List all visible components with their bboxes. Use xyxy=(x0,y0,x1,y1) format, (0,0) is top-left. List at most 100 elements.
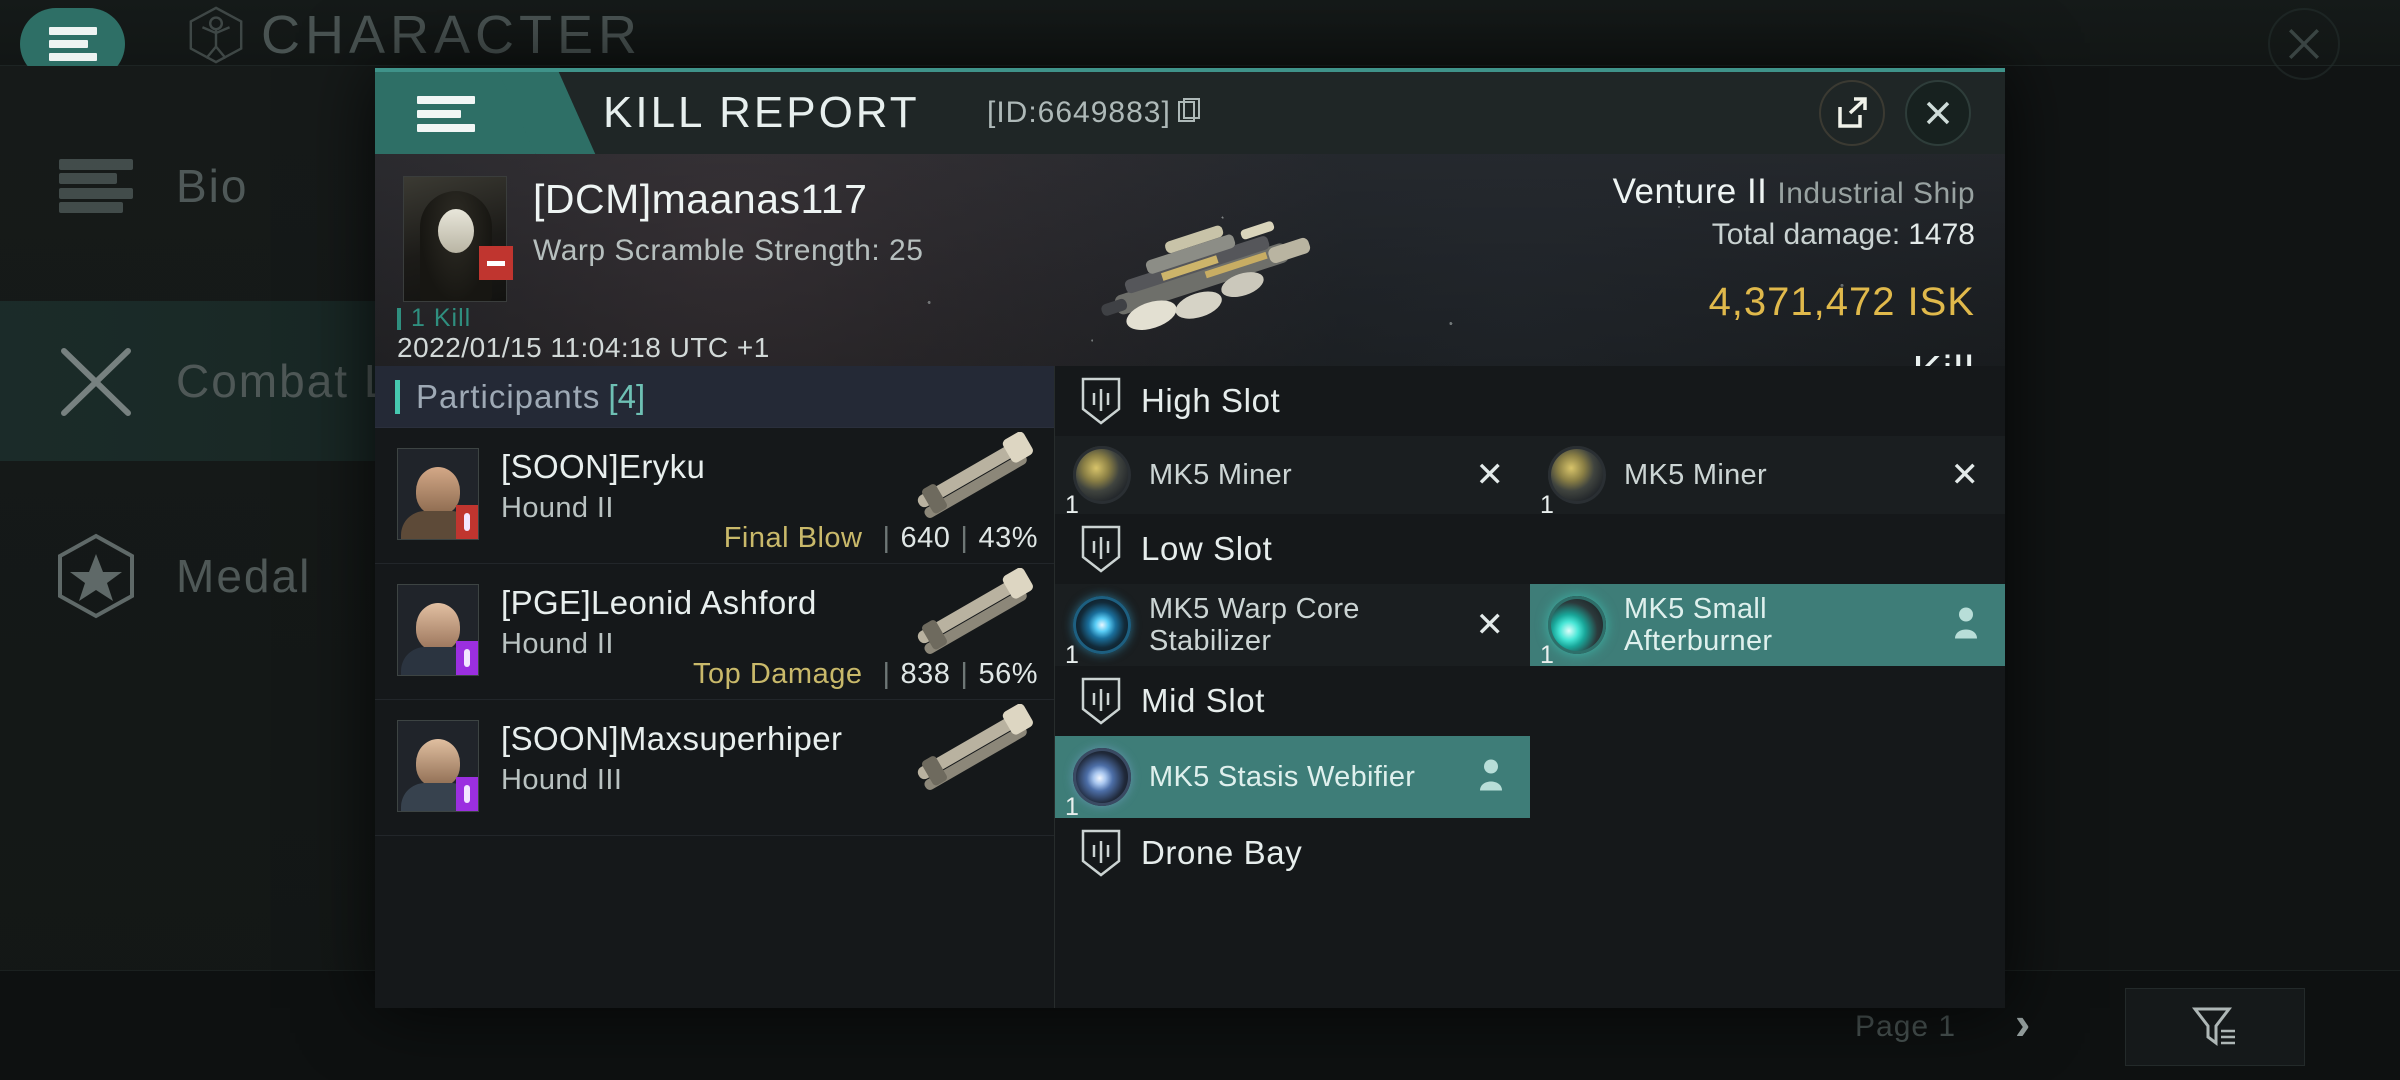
background-page-label: Page 1 xyxy=(1855,1010,1957,1043)
participant-name: [SOON]Maxsuperhiper xyxy=(501,720,843,757)
slot-section-high: High Slot xyxy=(1055,366,2005,436)
dialog-title: KILL REPORT xyxy=(603,88,920,137)
vitruvian-hex-icon xyxy=(189,6,243,64)
flag-badge xyxy=(456,641,478,675)
slot-shield-icon xyxy=(1081,377,1121,425)
participant-name: [SOON]Eryku xyxy=(501,448,706,485)
crossed-swords-icon xyxy=(50,335,142,427)
participant-ship: Hound II xyxy=(501,492,614,524)
kill-summary: [DCM]maanas117 Warp Scramble Strength: 2… xyxy=(375,154,2005,366)
flag-badge xyxy=(456,505,478,539)
module-name: MK5 Stasis Webifier xyxy=(1149,760,1416,793)
accent-bar xyxy=(395,379,400,414)
remove-icon[interactable]: ✕ xyxy=(1951,455,1980,495)
victim-name: [DCM]maanas117 xyxy=(533,176,868,222)
slot-section-drone-bay: Drone Bay xyxy=(1055,818,2005,888)
share-button[interactable] xyxy=(1819,80,1885,146)
module-slot[interactable]: 1 MK5 Warp Core Stabilizer ✕ xyxy=(1055,584,1530,669)
hamburger-icon xyxy=(417,96,475,132)
dialog-menu-button[interactable] xyxy=(375,72,535,154)
isk-value: 4,371,472 xyxy=(1708,280,1896,324)
avatar xyxy=(397,584,479,676)
background-page-title-group: CHARACTER xyxy=(185,4,642,66)
ship-class: Industrial Ship xyxy=(1777,177,1975,210)
dialog-body: Participants [4] [SOON]Eryku Hound II Fi… xyxy=(375,366,2005,1008)
dialog-header: KILL REPORT [ID:6649883] xyxy=(375,72,2005,154)
table-row[interactable]: [PGE]Leonid Ashford Hound II Top Damage |… xyxy=(375,564,1054,700)
victim-avatar[interactable] xyxy=(403,176,507,302)
module-qty: 1 xyxy=(1065,641,1079,669)
participant-name: [PGE]Leonid Ashford xyxy=(501,584,817,621)
slot-section-mid: Mid Slot xyxy=(1055,666,2005,736)
fitting-panel: High Slot 1 MK5 Miner ✕ 1 MK5 Miner ✕ Lo… xyxy=(1055,366,2005,1008)
participants-header: Participants [4] xyxy=(375,366,1054,428)
participant-percent: 56% xyxy=(978,658,1038,690)
screen-root: CHARACTER Bio Combat L Medal Page 1 › KI… xyxy=(0,0,2400,1080)
missile-launcher-icon xyxy=(917,432,1033,518)
participant-damage: 640 xyxy=(900,522,951,554)
ship-stats: Venture II Industrial Ship Total damage: 1… xyxy=(1613,172,1975,366)
slot-shield-icon xyxy=(1081,677,1121,725)
module-qty: 1 xyxy=(1065,491,1079,519)
dialog-close-button[interactable] xyxy=(1905,80,1971,146)
table-row[interactable]: [SOON]Eryku Hound II Final Blow | 640 | 43% xyxy=(375,428,1054,564)
afterburner-module-icon: 1 xyxy=(1540,596,1606,669)
missile-launcher-icon xyxy=(917,704,1033,790)
sidebar-item-label: Medal xyxy=(176,550,312,602)
module-qty: 1 xyxy=(1540,491,1554,519)
background-close-button[interactable] xyxy=(2268,8,2340,80)
isk-value-line: 4,371,472 ISK xyxy=(1613,262,1975,329)
slot-label: Low Slot xyxy=(1141,530,1273,567)
module-slot[interactable]: 1 MK5 Small Afterburner xyxy=(1530,584,2005,669)
participant-damage: 838 xyxy=(900,658,951,690)
copy-icon[interactable] xyxy=(1177,98,1201,124)
kill-timestamp: 2022/01/15 11:04:18 UTC +1 xyxy=(397,332,770,363)
participants-panel: Participants [4] [SOON]Eryku Hound II Fi… xyxy=(375,366,1055,1008)
slot-label: High Slot xyxy=(1141,382,1281,419)
participant-stats: Final Blow | 640 | 43% xyxy=(723,522,1038,554)
module-slot-empty[interactable] xyxy=(1530,736,2005,818)
module-name: MK5 Miner xyxy=(1149,458,1292,491)
dialog-report-id: [ID:6649883] xyxy=(987,96,1201,130)
chevron-right-icon[interactable]: › xyxy=(2015,996,2030,1050)
total-damage-label: Total damage: xyxy=(1711,218,1901,251)
miner-module-icon: 1 xyxy=(1065,446,1131,519)
background-filter-button[interactable] xyxy=(2125,988,2305,1066)
miner-module-icon: 1 xyxy=(1540,446,1606,519)
filter-icon xyxy=(2191,1007,2235,1046)
module-qty: 1 xyxy=(1540,641,1554,669)
victim-warp-scramble: Warp Scramble Strength: 25 xyxy=(533,234,924,267)
remove-icon[interactable]: ✕ xyxy=(1476,605,1505,645)
person-icon xyxy=(1480,759,1502,791)
slot-section-low: Low Slot xyxy=(1055,514,2005,584)
victim-corp-badge xyxy=(479,246,513,280)
remove-icon[interactable]: ✕ xyxy=(1476,455,1505,495)
participant-stats: Top Damage | 838 | 56% xyxy=(693,658,1038,690)
slot-row-mid: 1 MK5 Stasis Webifier xyxy=(1055,736,2005,821)
isk-unit: ISK xyxy=(1907,280,1975,324)
kill-report-dialog: KILL REPORT [ID:6649883] [DCM]maanas117 … xyxy=(375,68,2005,1008)
kill-count-tag: 1 Kill xyxy=(397,304,471,333)
total-damage-line: Total damage: 1478 xyxy=(1613,218,1975,252)
lines-icon xyxy=(50,140,142,232)
hamburger-icon xyxy=(48,27,97,61)
owner-indicator xyxy=(1478,759,1504,796)
table-row[interactable]: [SOON]Maxsuperhiper Hound III xyxy=(375,700,1054,836)
dialog-header-actions xyxy=(1819,80,1971,146)
module-slot[interactable]: 1 MK5 Stasis Webifier xyxy=(1055,736,1530,821)
stasis-webifier-module-icon: 1 xyxy=(1065,748,1131,821)
slot-row-high: 1 MK5 Miner ✕ 1 MK5 Miner ✕ xyxy=(1055,436,2005,519)
slot-row-low: 1 MK5 Warp Core Stabilizer ✕ 1 MK5 Small… xyxy=(1055,584,2005,669)
module-slot[interactable]: 1 MK5 Miner ✕ xyxy=(1055,436,1530,519)
ship-name-line: Venture II Industrial Ship xyxy=(1613,172,1975,212)
sidebar-item-label: Bio xyxy=(176,160,249,212)
close-icon xyxy=(2288,28,2320,60)
participant-ship: Hound III xyxy=(501,764,623,796)
participants-count: [4] xyxy=(608,377,646,415)
module-slot[interactable]: 1 MK5 Miner ✕ xyxy=(1530,436,2005,519)
close-icon xyxy=(1926,101,1950,125)
destroyed-ship-render xyxy=(1101,221,1311,330)
module-name: MK5 Miner xyxy=(1624,458,1767,491)
participant-tag: Top Damage xyxy=(693,658,863,690)
slot-shield-icon xyxy=(1081,829,1121,877)
